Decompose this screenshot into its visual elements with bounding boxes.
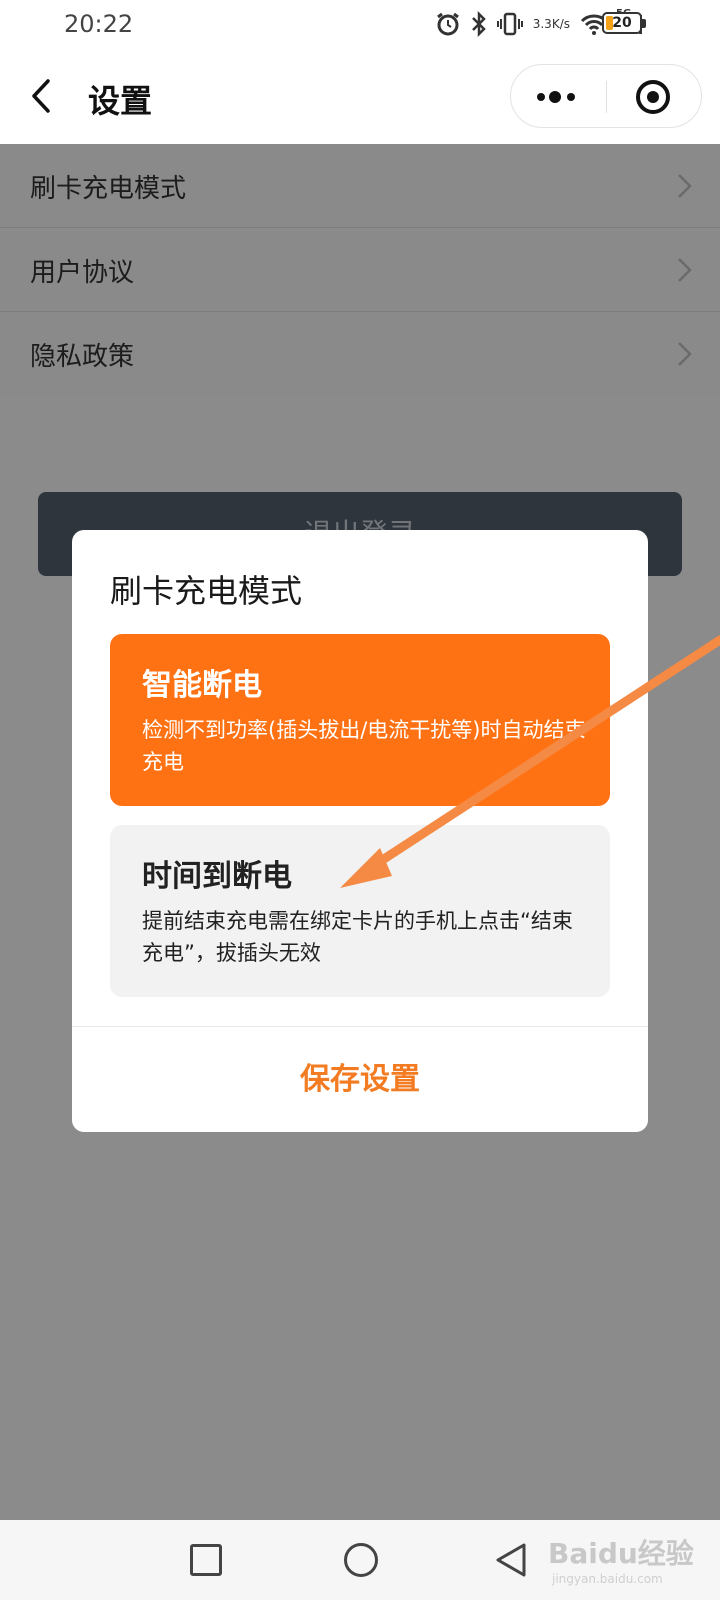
battery-level: 20 [612,15,632,31]
back-icon[interactable] [28,78,58,114]
settings-item-user-agreement[interactable]: 用户协议 [0,228,720,312]
option-description: 提前结束充电需在绑定卡片的手机上点击“结束充电”，拔插头无效 [142,909,573,965]
chevron-right-icon [676,340,694,368]
option-title: 智能断电 [142,668,262,703]
settings-item-label: 用户协议 [30,258,135,288]
network-speed: 3.3 K/s [533,18,570,30]
battery-icon: 20 [602,12,642,34]
battery-tip [642,19,646,28]
vibrate-icon [496,11,523,37]
settings-item-privacy-policy[interactable]: 隐私政策 [0,312,720,396]
app-header: 设置 [0,48,720,144]
settings-item-card-mode[interactable]: 刷卡充电模式 [0,144,720,228]
speed-unit: K/s [551,17,570,31]
watermark-sub: jingyan.baidu.com [552,1572,663,1586]
bluetooth-icon [471,11,487,37]
miniapp-capsule [510,64,702,128]
more-dots-icon[interactable] [511,65,607,129]
chevron-right-icon [676,172,694,200]
option-smart-cutoff[interactable]: 智能断电 检测不到功率(插头拔出/电流干扰等)时自动结束充电 [110,634,610,806]
settings-list: 刷卡充电模式 用户协议 隐私政策 [0,144,720,396]
speed-value: 3.3 [532,17,552,31]
status-bar: 20:22 3.3 K/s 5G 20 [0,0,720,48]
chevron-right-icon [676,256,694,284]
dialog-title: 刷卡充电模式 [110,572,303,610]
page-title: 设置 [88,82,153,120]
option-timed-cutoff[interactable]: 时间到断电 提前结束充电需在绑定卡片的手机上点击“结束充电”，拔插头无效 [110,825,610,997]
status-time: 20:22 [64,10,134,38]
recent-apps-icon[interactable] [190,1544,222,1576]
option-description: 检测不到功率(插头拔出/电流干扰等)时自动结束充电 [142,718,586,774]
save-settings-button[interactable]: 保存设置 [72,1027,648,1132]
nav-back-icon[interactable] [494,1542,528,1578]
home-icon[interactable] [344,1543,378,1577]
settings-item-label: 刷卡充电模式 [30,174,187,204]
alarm-icon [435,11,461,37]
target-close-icon[interactable] [607,65,703,129]
settings-item-label: 隐私政策 [30,342,135,372]
option-title: 时间到断电 [142,859,292,894]
watermark: Baidu经验 [548,1537,694,1570]
system-nav-bar: Baidu经验 jingyan.baidu.com [0,1520,720,1600]
charge-mode-dialog: 刷卡充电模式 智能断电 检测不到功率(插头拔出/电流干扰等)时自动结束充电 时间… [72,530,648,1132]
